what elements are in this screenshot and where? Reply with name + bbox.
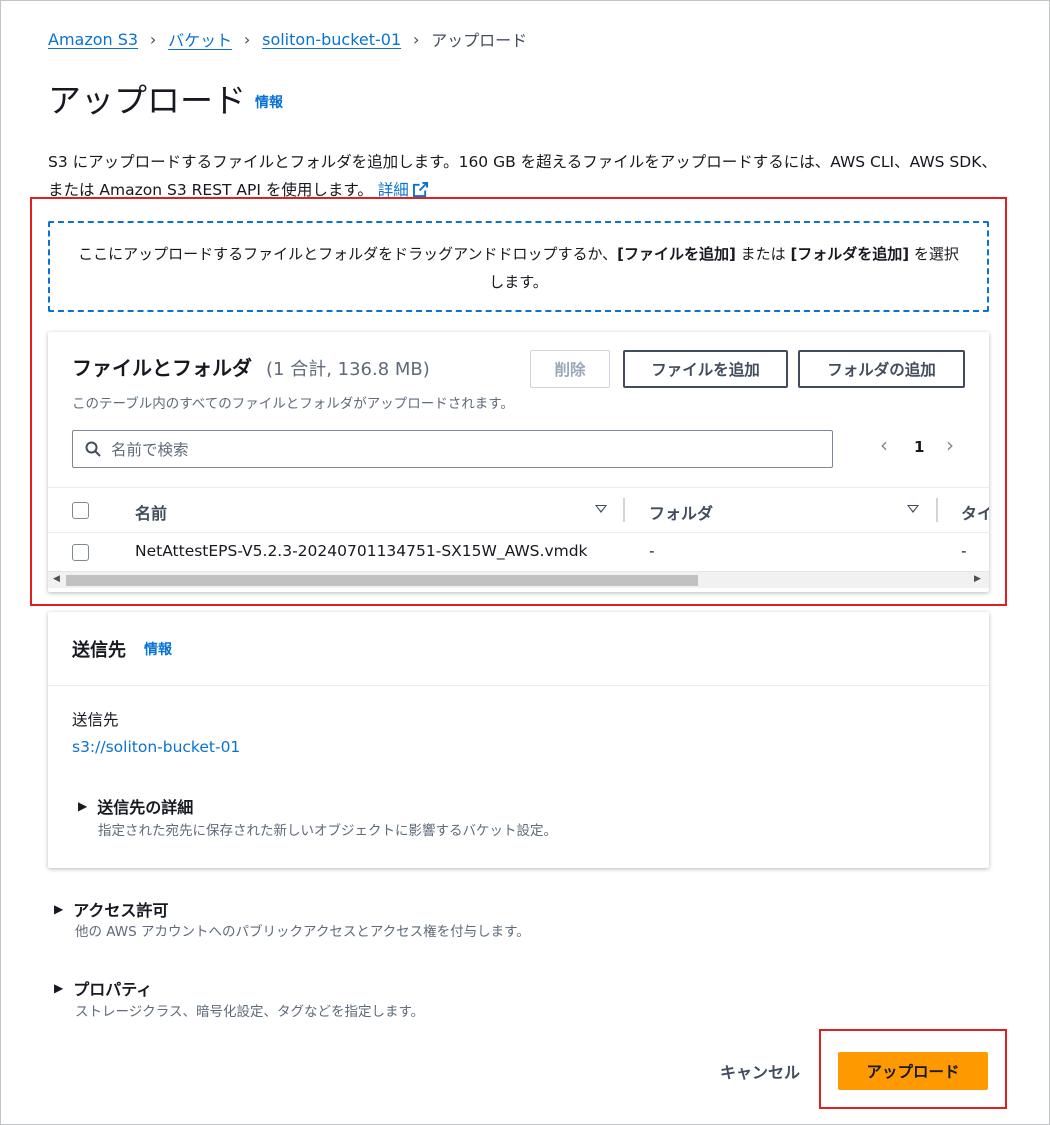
permissions-toggle[interactable]: ▶ アクセス許可	[54, 897, 168, 921]
caret-right-icon: ▶	[54, 981, 64, 995]
column-type[interactable]: タイ	[961, 500, 989, 524]
next-page-icon[interactable]: ›	[946, 433, 954, 457]
page-title: アップロード	[48, 81, 246, 120]
dropzone-add-folder: [フォルダを追加]	[790, 245, 910, 263]
search-placeholder: 名前で検索	[111, 441, 189, 459]
breadcrumb: Amazon S3 › バケット › soliton-bucket-01 › ア…	[48, 27, 528, 51]
title-info-link[interactable]: 情報	[255, 92, 283, 112]
details-link[interactable]: 詳細	[378, 181, 428, 199]
scrollbar-thumb[interactable]	[66, 575, 698, 586]
search-icon	[85, 441, 101, 457]
dropzone-or: または	[735, 245, 791, 263]
horizontal-scrollbar[interactable]: ◀ ▶	[48, 571, 989, 588]
files-subtitle: このテーブル内のすべてのファイルとフォルダがアップロードされます。	[72, 396, 514, 412]
column-divider[interactable]	[623, 498, 625, 522]
prev-page-icon[interactable]: ‹	[880, 433, 888, 457]
destination-panel: 送信先 情報 送信先 s3://soliton-bucket-01 ▶ 送信先の…	[48, 612, 989, 868]
details-link-label: 詳細	[377, 181, 409, 199]
add-folder-button[interactable]: フォルダの追加	[798, 350, 965, 388]
row-checkbox[interactable]	[72, 544, 89, 561]
files-title: ファイルとフォルダ	[72, 356, 252, 380]
files-panel: ファイルとフォルダ (1 合計, 136.8 MB) このテーブル内のすべてのフ…	[48, 332, 989, 592]
upload-button[interactable]: アップロード	[838, 1052, 988, 1090]
chevron-right-icon: ›	[243, 29, 251, 49]
row-type: -	[961, 542, 967, 560]
sort-down-icon[interactable]	[907, 505, 919, 513]
properties-toggle[interactable]: ▶ プロパティ	[54, 976, 152, 1000]
breadcrumb-buckets[interactable]: バケット	[168, 27, 232, 51]
destination-details-desc: 指定された宛先に保存された新しいオブジェクトに影響するバケット設定。	[98, 823, 557, 839]
scroll-left-icon[interactable]: ◀	[53, 574, 60, 584]
properties-desc: ストレージクラス、暗号化設定、タグなどを指定します。	[75, 1004, 425, 1020]
properties-title: プロパティ	[73, 980, 153, 999]
search-input[interactable]: 名前で検索	[72, 430, 833, 468]
column-folder[interactable]: フォルダ	[649, 500, 713, 524]
page-description: S3 にアップロードするファイルとフォルダを追加します。160 GB を超えるフ…	[48, 148, 998, 204]
destination-header: 送信先 情報	[48, 612, 989, 686]
destination-title: 送信先	[72, 640, 126, 661]
destination-info-link[interactable]: 情報	[144, 639, 172, 659]
permissions-title: アクセス許可	[73, 901, 169, 920]
sort-down-icon[interactable]	[595, 505, 607, 513]
files-count: (1 合計, 136.8 MB)	[266, 359, 430, 380]
page-number[interactable]: 1	[914, 438, 924, 456]
permissions-desc: 他の AWS アカウントへのパブリックアクセスとアクセス権を付与します。	[75, 924, 530, 940]
cancel-button[interactable]: キャンセル	[720, 1059, 800, 1083]
destination-details-title: 送信先の詳細	[97, 798, 194, 817]
external-link-icon	[412, 182, 428, 197]
description-text: S3 にアップロードするファイルとフォルダを追加します。160 GB を超えるフ…	[48, 153, 997, 199]
row-file-name: NetAttestEPS-V5.2.3-20240701134751-SX15W…	[135, 542, 588, 560]
scroll-right-icon[interactable]: ▶	[974, 574, 981, 584]
dropzone[interactable]: ここにアップロードするファイルとフォルダをドラッグアンドドロップするか、[ファイ…	[48, 221, 989, 312]
row-folder: -	[649, 542, 655, 560]
destination-label: 送信先	[72, 711, 119, 729]
chevron-right-icon: ›	[412, 29, 420, 49]
destination-link[interactable]: s3://soliton-bucket-01	[72, 738, 240, 756]
column-name[interactable]: 名前	[135, 500, 167, 524]
breadcrumb-amazon-s3[interactable]: Amazon S3	[48, 30, 138, 49]
breadcrumb-current: アップロード	[431, 31, 528, 50]
caret-right-icon: ▶	[78, 799, 88, 813]
select-all-checkbox[interactable]	[72, 502, 89, 519]
add-files-button[interactable]: ファイルを追加	[623, 350, 788, 388]
column-divider[interactable]	[936, 498, 938, 522]
dropzone-text: ここにアップロードするファイルとフォルダをドラッグアンドドロップするか、	[78, 245, 618, 263]
table-header: 名前 フォルダ タイ	[48, 487, 989, 533]
remove-button[interactable]: 削除	[530, 350, 610, 388]
chevron-right-icon: ›	[149, 29, 157, 49]
dropzone-add-files: [ファイルを追加]	[617, 245, 736, 263]
caret-right-icon: ▶	[54, 902, 64, 916]
breadcrumb-bucket[interactable]: soliton-bucket-01	[262, 30, 401, 49]
table-row: NetAttestEPS-V5.2.3-20240701134751-SX15W…	[48, 533, 989, 571]
destination-details-toggle[interactable]: ▶ 送信先の詳細	[78, 794, 193, 818]
